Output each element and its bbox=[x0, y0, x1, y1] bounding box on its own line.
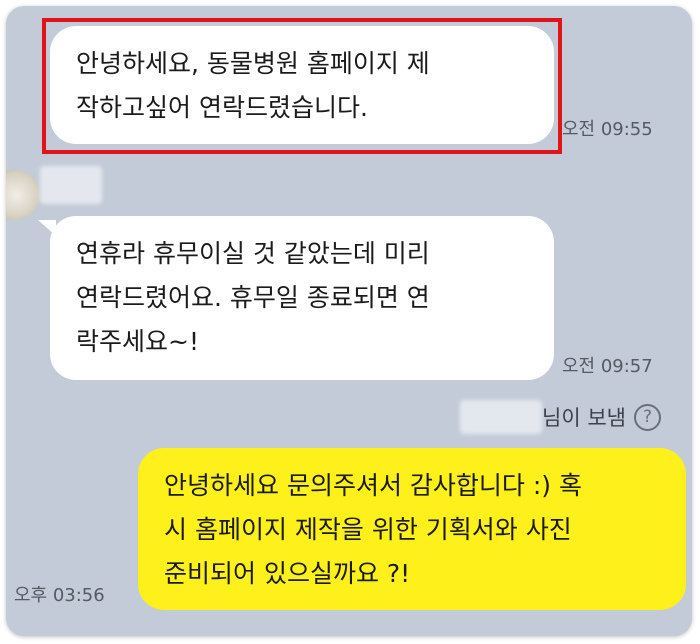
message-3-line-3: 준비되어 있으실까요 ?! bbox=[164, 559, 411, 588]
message-bubble-1[interactable]: 안녕하세요, 동물병원 홈페이지 제 작하고싶어 연락드렸습니다. bbox=[50, 26, 554, 144]
help-icon[interactable]: ? bbox=[633, 403, 661, 431]
chat-window: 안녕하세요, 동물병원 홈페이지 제 작하고싶어 연락드렸습니다. 오전 09:… bbox=[6, 6, 692, 636]
message-2-line-2: 연락드렸어요. 휴무일 종료되면 연 bbox=[76, 283, 430, 312]
avatar[interactable] bbox=[6, 170, 40, 220]
message-3-line-2: 시 홈페이지 제작을 위한 기획서와 사진 bbox=[164, 515, 572, 544]
message-3-line-1: 안녕하세요 문의주셔서 감사합니다 :) 혹 bbox=[164, 471, 582, 500]
message-bubble-2[interactable]: 연휴라 휴무이실 것 같았는데 미리 연락드렸어요. 휴무일 종료되면 연 락주… bbox=[50, 216, 554, 380]
message-2-line-3: 락주세요~! bbox=[76, 327, 199, 356]
message-bubble-3[interactable]: 안녕하세요 문의주셔서 감사합니다 :) 혹 시 홈페이지 제작을 위한 기획서… bbox=[138, 448, 686, 610]
message-2-time: 오전 09:57 bbox=[562, 356, 653, 377]
sender-row: 님이 보냄 ? bbox=[542, 402, 661, 432]
message-1-line-2: 작하고싶어 연락드렸습니다. bbox=[76, 93, 368, 122]
message-1-line-1: 안녕하세요, 동물병원 홈페이지 제 bbox=[76, 49, 430, 78]
message-1-time: 오전 09:55 bbox=[562, 119, 653, 140]
message-2-line-1: 연휴라 휴무이실 것 같았는데 미리 bbox=[76, 239, 430, 268]
sender-name-redacted bbox=[40, 166, 102, 204]
message-3-time: 오후 03:56 bbox=[14, 585, 105, 606]
sender-suffix: 님이 보냄 bbox=[542, 406, 626, 430]
outgoing-sender-redacted bbox=[460, 400, 542, 434]
